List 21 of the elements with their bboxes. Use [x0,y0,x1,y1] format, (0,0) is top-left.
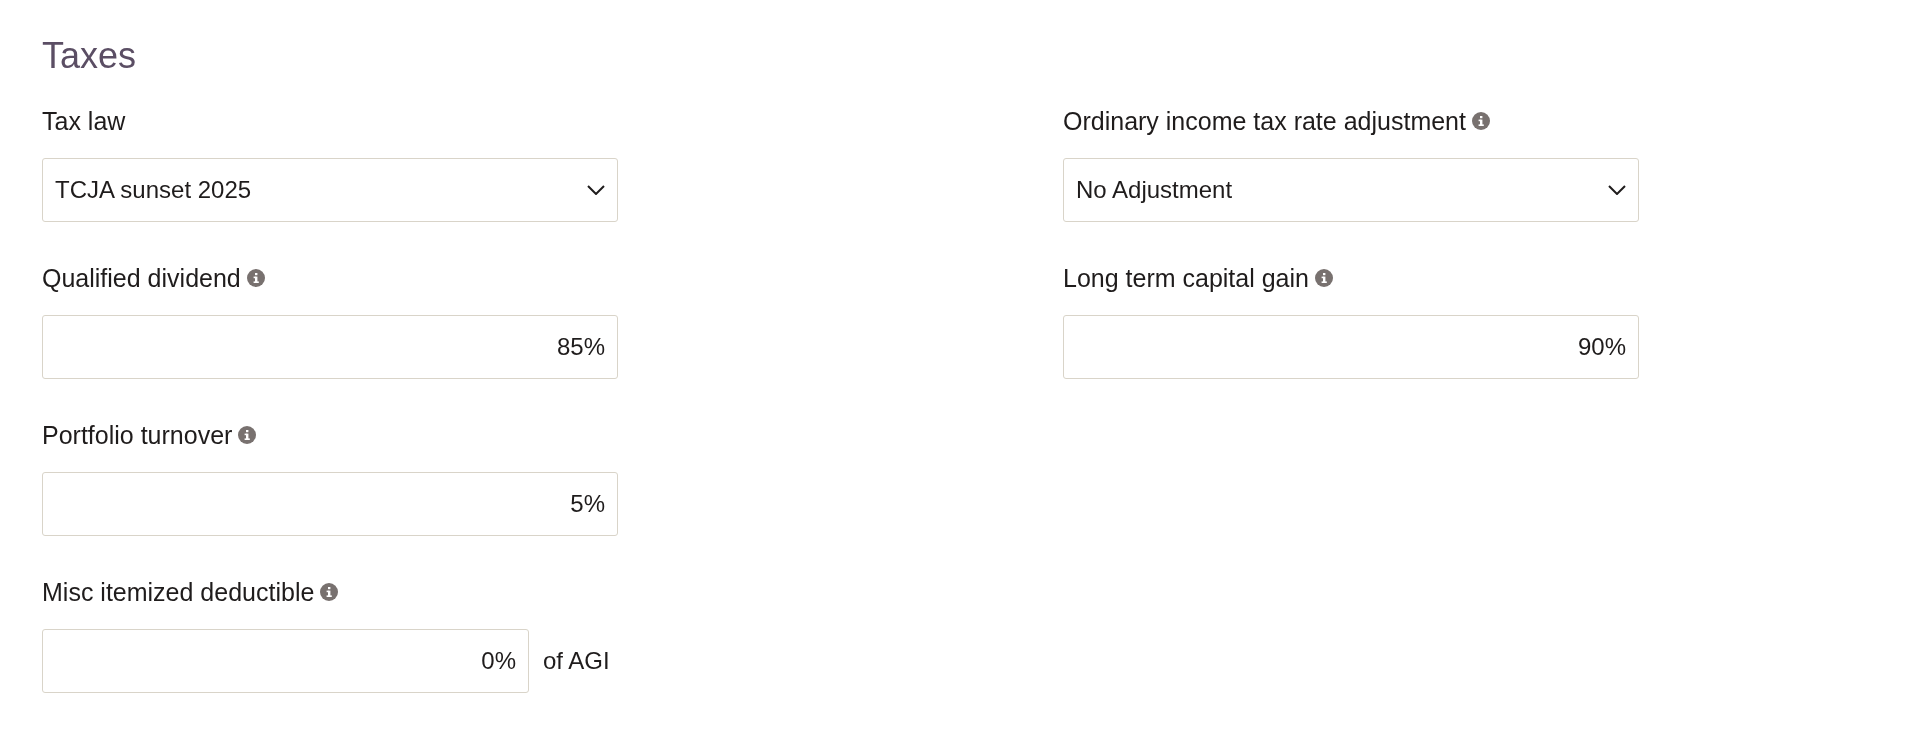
input-field[interactable]: 85% [42,315,618,379]
input-field[interactable]: 0% [42,629,529,693]
field-label: Tax law [42,106,126,136]
chevron-down-icon [1608,185,1626,195]
info-icon[interactable] [1471,112,1490,130]
info-icon[interactable] [238,426,257,444]
unit-label: of AGI [543,647,610,675]
input-field[interactable]: 5% [42,472,618,536]
section-title: Taxes [42,34,138,78]
chevron-down-icon [587,185,605,195]
input-field[interactable]: 90% [1063,315,1639,379]
info-icon[interactable] [246,269,265,287]
field-label: Misc itemized deductible [42,577,315,607]
info-icon[interactable] [1315,269,1333,287]
field-label: Qualified dividend [42,263,241,293]
field-label: Portfolio turnover [42,420,233,450]
select-field[interactable]: TCJA sunset 2025 [42,158,618,222]
field-label: Long term capital gain [1063,263,1309,293]
info-icon[interactable] [320,583,339,601]
select-field[interactable]: No Adjustment [1063,158,1639,222]
field-label: Ordinary income tax rate adjustment [1063,106,1466,136]
